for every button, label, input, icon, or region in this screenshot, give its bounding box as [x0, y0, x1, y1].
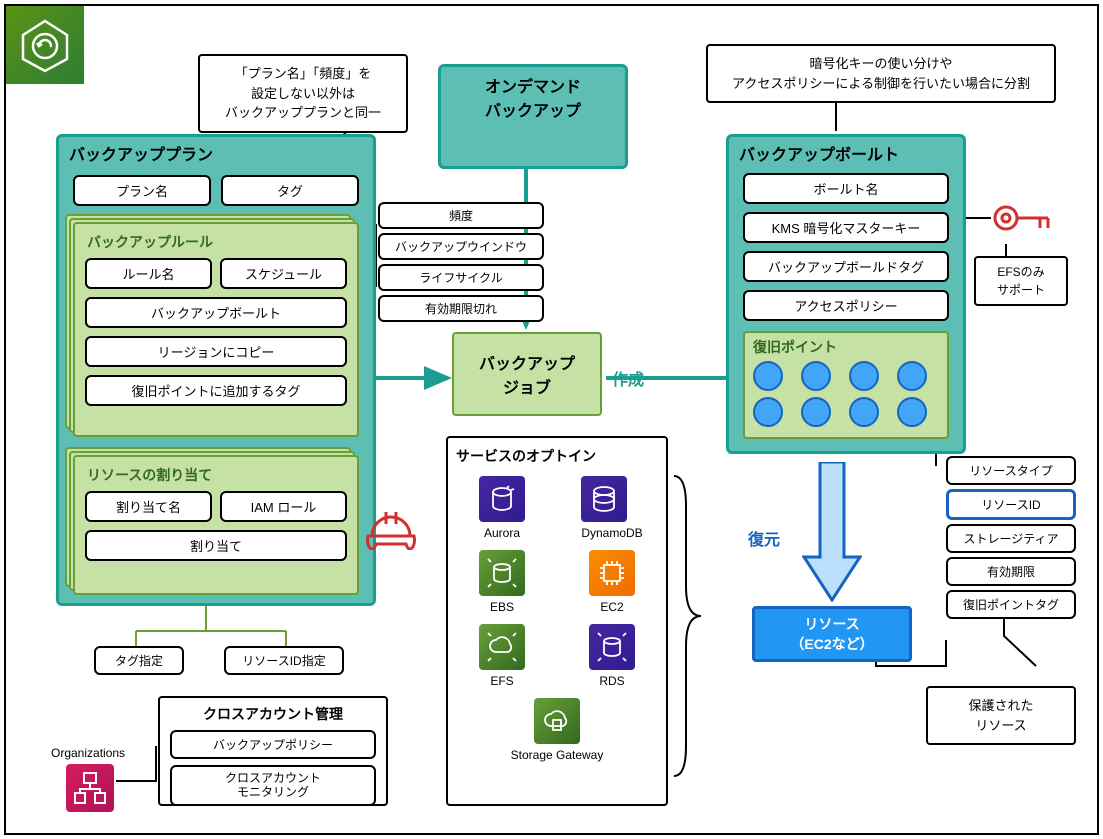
- efs-icon: [479, 624, 525, 670]
- plan-title: バックアッププラン: [59, 137, 373, 169]
- plan-tag-pill: タグ: [221, 175, 359, 206]
- vault-note-callout: 暗号化キーの使い分けや アクセスポリシーによる制御を行いたい場合に分割: [706, 44, 1056, 103]
- storage-gateway-icon: [534, 698, 580, 744]
- aurora-icon: [479, 476, 525, 522]
- tag-spec-pill: タグ指定: [94, 646, 184, 675]
- recovery-attrs: リソースタイプ リソースID ストレージティア 有効期限 復旧ポイントタグ: [946, 456, 1076, 619]
- recovery-dot-icon: [897, 397, 927, 427]
- recovery-dot-icon: [849, 397, 879, 427]
- attr-tag: 復旧ポイントタグ: [946, 590, 1076, 619]
- assign-assign-pill: 割り当て: [85, 530, 347, 561]
- job-title: バックアップ ジョブ: [479, 350, 575, 398]
- plan-note-text: 「プラン名」「頻度」を 設定しない以外は バックアッププランと同一: [225, 66, 381, 120]
- plan-name-pill: プラン名: [73, 175, 211, 206]
- create-label: 作成: [612, 366, 644, 390]
- cross-title: クロスアカウント管理: [170, 704, 376, 724]
- backup-job-panel: バックアップ ジョブ: [452, 332, 602, 416]
- restore-arrow-icon: [802, 462, 862, 607]
- vault-name-pill: ボールト名: [743, 173, 949, 204]
- svc-dynamo: DynamoDB: [581, 476, 642, 540]
- service-optin-panel: サービスのオプトイン Aurora DynamoDB EBS EC2 EFS R…: [446, 436, 668, 806]
- org-label: Organizations: [51, 746, 125, 760]
- organizations-icon: [66, 764, 114, 812]
- ondemand-backup-panel: オンデマンド バックアップ: [438, 64, 628, 169]
- rule-region-pill: リージョンにコピー: [85, 336, 347, 367]
- cross-policy: バックアップポリシー: [170, 730, 376, 759]
- attr-type: リソースタイプ: [946, 456, 1076, 485]
- side-freq: 頻度: [378, 202, 544, 229]
- assign-name-pill: 割り当て名: [85, 491, 212, 522]
- recovery-dot-icon: [801, 397, 831, 427]
- aws-backup-logo-icon: [6, 6, 84, 84]
- attr-id: リソースID: [946, 489, 1076, 520]
- recovery-dot-icon: [897, 361, 927, 391]
- rule-name-pill: ルール名: [85, 258, 212, 289]
- recovery-dot-icon: [753, 361, 783, 391]
- ec2-icon: [589, 550, 635, 596]
- backup-rule-panel: バックアップルール ルール名 スケジュール バックアップボールト リージョンにコ…: [73, 222, 359, 437]
- vault-kms-pill: KMS 暗号化マスターキー: [743, 212, 949, 243]
- side-window: バックアップウインドウ: [378, 233, 544, 260]
- vault-tag-pill: バックアップボールドタグ: [743, 251, 949, 282]
- vault-title: バックアップボールト: [729, 137, 963, 169]
- side-lifecycle: ライフサイクル: [378, 264, 544, 291]
- svc-gw: Storage Gateway: [511, 698, 604, 762]
- recovery-dot-icon: [753, 397, 783, 427]
- cross-monitor: クロスアカウント モニタリング: [170, 765, 376, 806]
- rule-side-list: 頻度 バックアップウインドウ ライフサイクル 有効期限切れ: [378, 202, 544, 322]
- assign-iam-pill: IAM ロール: [220, 491, 347, 522]
- recovery-dot-icon: [849, 361, 879, 391]
- svc-ec2: EC2: [589, 550, 635, 614]
- plan-note-callout: 「プラン名」「頻度」を 設定しない以外は バックアッププランと同一: [198, 54, 408, 133]
- rule-schedule-pill: スケジュール: [220, 258, 347, 289]
- resource-assign-panel: リソースの割り当て 割り当て名 IAM ロール 割り当て: [73, 455, 359, 595]
- rds-icon: [589, 624, 635, 670]
- assign-title: リソースの割り当て: [85, 463, 347, 487]
- vault-policy-pill: アクセスポリシー: [743, 290, 949, 321]
- optin-title: サービスのオプトイン: [456, 446, 658, 466]
- recovery-point-panel: 復旧ポイント: [743, 331, 949, 439]
- rule-tag-pill: 復旧ポイントに追加するタグ: [85, 375, 347, 406]
- efs-note-callout: EFSのみ サポート: [974, 256, 1068, 306]
- restore-label: 復元: [748, 526, 780, 550]
- iam-role-icon: [364, 506, 418, 555]
- attr-expire: 有効期限: [946, 557, 1076, 586]
- svc-aurora: Aurora: [479, 476, 525, 540]
- svc-ebs: EBS: [479, 550, 525, 614]
- recovery-dot-icon: [801, 361, 831, 391]
- svc-efs: EFS: [479, 624, 525, 688]
- ondemand-title: オンデマンド バックアップ: [441, 67, 625, 125]
- rule-vault-pill: バックアップボールト: [85, 297, 347, 328]
- svc-rds: RDS: [589, 624, 635, 688]
- ebs-icon: [479, 550, 525, 596]
- resource-box: リソース （EC2など）: [752, 606, 912, 662]
- attr-tier: ストレージティア: [946, 524, 1076, 553]
- rule-title: バックアップルール: [85, 230, 347, 254]
- kms-key-icon: [992, 198, 1052, 243]
- backup-plan-panel: バックアッププラン プラン名 タグ バックアップルール ルール名 スケジュール …: [56, 134, 376, 606]
- cross-account-panel: クロスアカウント管理 バックアップポリシー クロスアカウント モニタリング: [158, 696, 388, 806]
- vault-note-text: 暗号化キーの使い分けや アクセスポリシーによる制御を行いたい場合に分割: [732, 56, 1030, 91]
- dynamodb-icon: [581, 476, 627, 522]
- protected-callout: 保護された リソース: [926, 686, 1076, 745]
- recovery-title: 復旧ポイント: [753, 337, 939, 357]
- backup-vault-panel: バックアップボールト ボールト名 KMS 暗号化マスターキー バックアップボール…: [726, 134, 966, 454]
- side-expire: 有効期限切れ: [378, 295, 544, 322]
- id-spec-pill: リソースID指定: [224, 646, 344, 675]
